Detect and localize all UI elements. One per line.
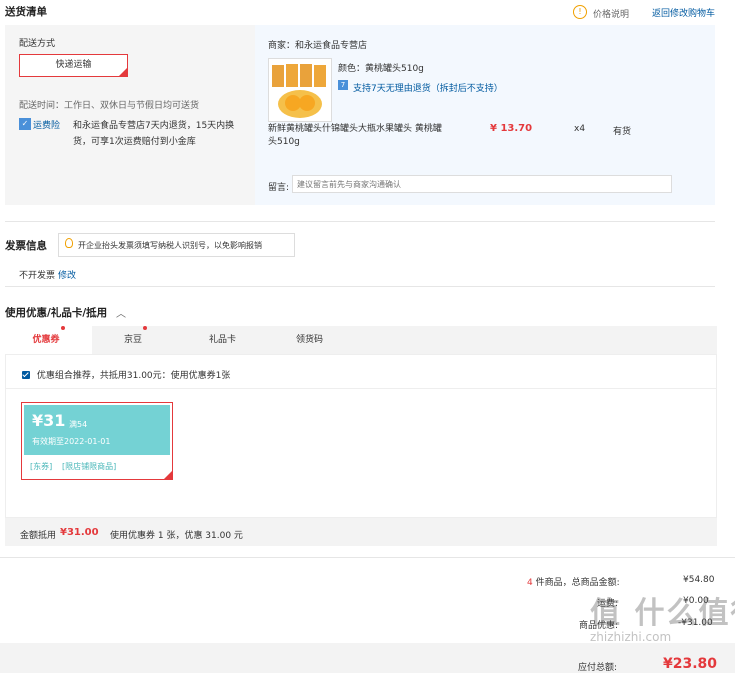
watermark-logo: 值 什么值得买 (590, 596, 735, 631)
product-price: ¥ 13.70 (490, 123, 533, 134)
tab-coupons[interactable]: 优惠券 (5, 326, 92, 354)
payable-bar: 应付总额: ¥23.80 (0, 643, 735, 673)
tab-jingdou-label: 京豆 (123, 335, 142, 345)
coupon-expiry: 有效期至2022-01-01 (32, 437, 111, 446)
stock-status: 有货 (613, 127, 632, 137)
tab-gift-card[interactable]: 礼品卡 (179, 326, 266, 354)
chevron-up-icon[interactable]: ︿ (116, 305, 126, 320)
payable-label: 应付总额: (578, 663, 618, 673)
totals-items-row: 4 件商品，总商品金额: (527, 575, 620, 588)
coupon-condition: 满54 (69, 420, 88, 429)
tab-jingdou[interactable]: 京豆 (92, 326, 179, 354)
selected-corner-icon (164, 471, 172, 479)
selected-corner-icon (119, 68, 127, 76)
red-dot-icon (60, 326, 65, 330)
section-title-invoice: 发票信息 (5, 240, 47, 252)
divider (5, 221, 715, 222)
payable-amount: ¥23.80 (663, 656, 718, 672)
product-quantity: x4 (574, 124, 586, 134)
invoice-edit-link[interactable]: 修改 (58, 268, 76, 281)
back-to-cart-link[interactable]: 返回修改购物车 (652, 6, 715, 19)
divider (6, 388, 716, 389)
price-note-link[interactable]: 价格说明 (593, 7, 629, 20)
product-name[interactable]: 新鲜黄桃罐头什锦罐头大瓶水果罐头 黄桃罐 头510g (268, 123, 448, 149)
recommend-checkbox[interactable] (22, 370, 30, 379)
section-title-delivery: 送货清单 (5, 6, 47, 18)
tab-pickup-code[interactable]: 领货码 (266, 326, 353, 354)
red-dot-icon (143, 326, 147, 330)
summary-amount: ¥31.00 (60, 527, 99, 538)
recommend-text: 优惠组合推荐，共抵用31.00元：使用优惠券1张 (36, 371, 231, 381)
coupon-summary: 金额抵用 ¥31.00 使用优惠券 1 张，优惠 31.00 元 (5, 518, 717, 546)
recommend-row: 优惠组合推荐，共抵用31.00元：使用优惠券1张 (22, 368, 230, 381)
items-total: ¥54.80 (683, 575, 715, 585)
tab-gift-card-label: 礼品卡 (208, 335, 236, 345)
invoice-status: 不开发票 (19, 271, 56, 281)
peach-jar-image (272, 64, 326, 118)
divider (5, 286, 715, 287)
product-name-line2: 头510g (268, 137, 300, 147)
coupon-card[interactable]: ¥31 满54 有效期至2022-01-01 [东券] [限店铺限商品] (21, 402, 173, 480)
invoice-tip: 开企业抬头发票须填写纳税人识别号，以免影响报销 (58, 233, 295, 257)
coupon-tag-limit: [限店铺限商品] (62, 462, 117, 471)
freight-insurance-line1: 和永运食品专营店7天内退货，15天内换 (73, 121, 235, 131)
freight-insurance-text: 和永运食品专营店7天内退货，15天内换 货，可享1次运费赔付到小金库 (73, 118, 248, 147)
items-label: 件商品，总商品金额: (535, 578, 620, 588)
product-color: 颜色：黄桃罐头510g (338, 64, 424, 74)
freight-insurance-label[interactable]: 运费险 (33, 118, 60, 131)
message-label: 留言: (268, 183, 290, 193)
item-count: 4 (527, 578, 533, 588)
summary-desc: 使用优惠券 1 张，优惠 31.00 元 (110, 531, 243, 541)
return-policy: 支持7天无理由退货（拆封后不支持） (353, 84, 503, 94)
divider (0, 557, 735, 558)
coupon-tab-bar: 优惠券 京豆 礼品卡 领货码 (5, 326, 717, 354)
coupon-amount: ¥31 (32, 411, 66, 430)
tab-coupons-label: 优惠券 (32, 335, 60, 345)
watermark-url: zhizhizhi.com (590, 630, 672, 644)
freight-insurance-line2: 货，可享1次运费赔付到小金库 (73, 137, 196, 147)
invoice-tip-text: 开企业抬头发票须填写纳税人识别号，以免影响报销 (78, 241, 262, 250)
product-name-line1: 新鲜黄桃罐头什锦罐头大瓶水果罐头 黄桃罐 (268, 124, 442, 134)
delivery-method-label: 配送方式 (19, 39, 56, 49)
merchant-name: 商家：和永运食品专营店 (268, 41, 368, 51)
tab-pickup-code-label: 领货码 (295, 335, 323, 345)
delivery-method-text: 快递运输 (55, 60, 92, 70)
product-image[interactable] (268, 58, 332, 122)
section-title-coupons: 使用优惠/礼品卡/抵用 (5, 307, 108, 319)
coupon-face: ¥31 满54 有效期至2022-01-01 (24, 405, 170, 455)
info-icon: ! (573, 5, 587, 19)
coupon-tag-dongquan: [东券] (30, 462, 53, 471)
return-policy-icon: 7 (338, 80, 348, 90)
summary-label: 金额抵用 (20, 531, 57, 541)
delivery-method-button[interactable]: 快递运输 (19, 54, 128, 77)
message-input[interactable] (292, 175, 672, 193)
freight-insurance-icon: ✓ (19, 118, 31, 130)
lightbulb-icon (65, 238, 73, 248)
delivery-time: 配送时间：工作日、双休日与节假日均可送货 (19, 101, 200, 111)
